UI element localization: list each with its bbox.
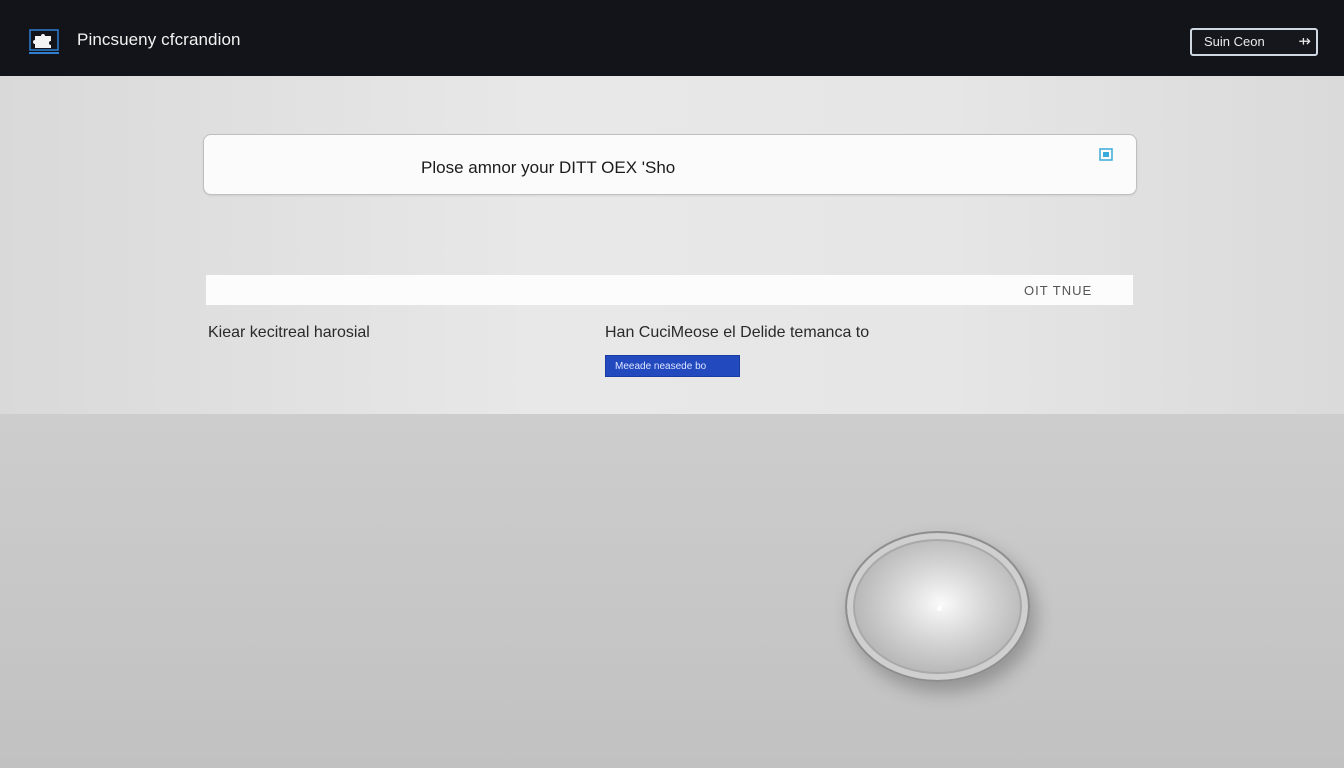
arrow-exit-icon: ⇸	[1298, 33, 1311, 50]
prompt-card: Plose amnor your DITT OEX 'Sho	[203, 134, 1137, 195]
top-bar: Pincsueny cfcrandion Suin Ceon ⇸	[0, 0, 1344, 76]
right-label: Han CuciMeose el Delide temanca to	[605, 324, 870, 341]
primary-action-button[interactable]: Meeade neasede bo	[605, 355, 740, 377]
puzzle-icon	[29, 28, 59, 54]
dial-knob[interactable]	[845, 531, 1030, 682]
sign-out-button[interactable]: Suin Ceon ⇸	[1190, 28, 1318, 56]
app-title: Pincsueny cfcrandion	[77, 30, 241, 49]
copy-icon[interactable]	[1099, 148, 1114, 162]
sign-out-label: Suin Ceon	[1204, 34, 1265, 49]
left-label: Kiear kecitreal harosial	[208, 324, 370, 341]
prompt-text: Plose amnor your DITT OEX 'Sho	[421, 158, 676, 177]
input-hint: OIT TNUE	[1024, 283, 1093, 298]
knob-center-dot	[937, 606, 942, 611]
code-input[interactable]	[206, 275, 1133, 305]
lower-panel	[0, 414, 1344, 768]
